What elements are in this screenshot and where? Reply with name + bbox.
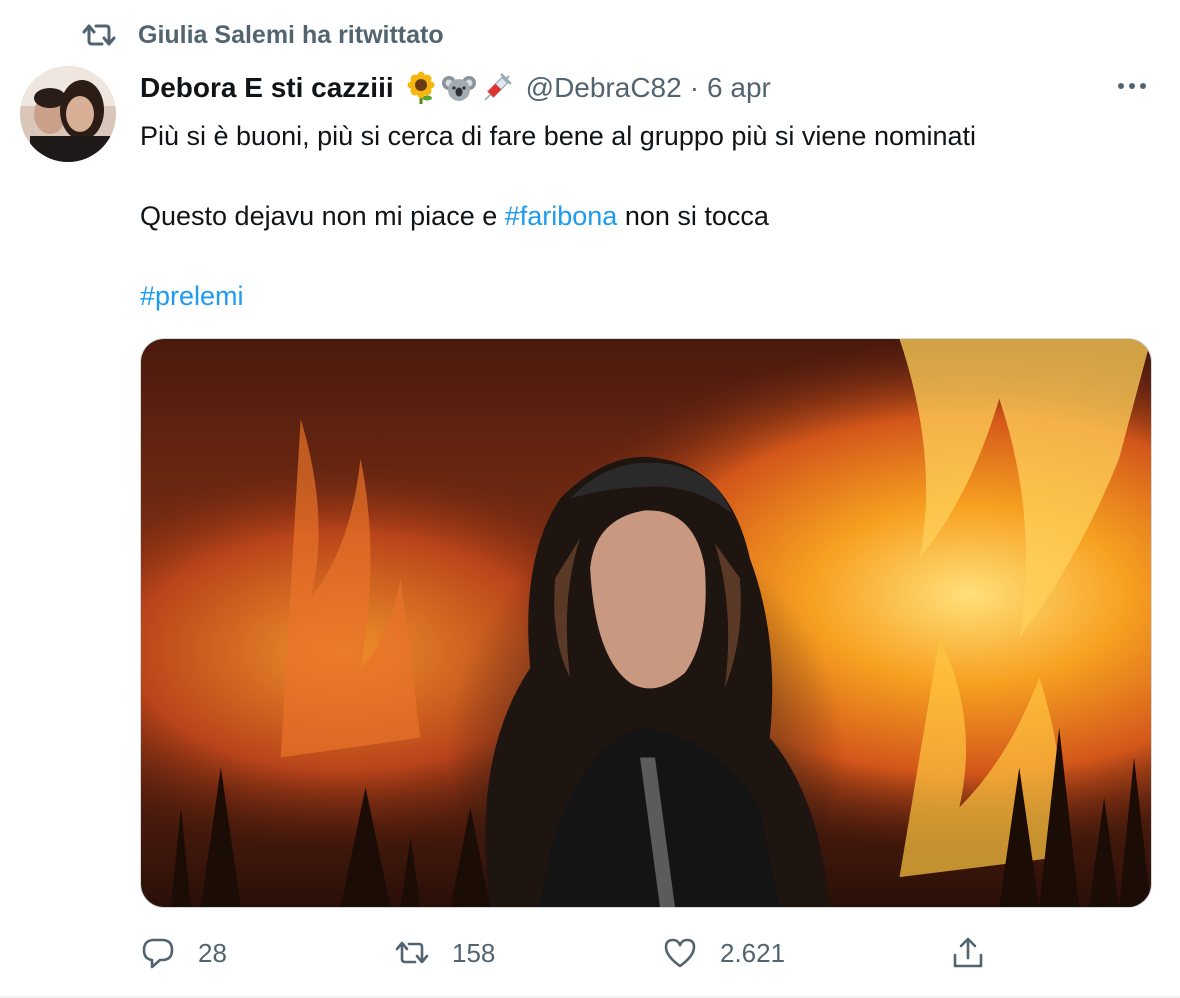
more-dot <box>1140 83 1146 89</box>
reply-icon <box>140 935 176 971</box>
author-emojis <box>404 71 514 105</box>
tweet-line-2: Questo dejavu non mi piace e #faribona n… <box>140 196 976 236</box>
author-display-name[interactable]: Debora E sti cazziii <box>140 72 394 104</box>
sunflower-icon <box>404 71 438 105</box>
hashtag-prelemi[interactable]: #prelemi <box>140 281 244 311</box>
photo-woman-fire <box>141 339 1151 907</box>
tweet-media[interactable] <box>140 338 1152 908</box>
tweet-actions: 28 158 2.621 <box>140 928 1152 978</box>
like-button[interactable]: 2.621 <box>662 928 785 978</box>
heart-icon <box>662 935 698 971</box>
tweet-line-2-after: non si tocca <box>617 201 769 231</box>
tweet-header: Debora E sti cazziii @DebraC82 · 6 apr <box>140 68 771 108</box>
separator-dot: · <box>689 72 700 103</box>
retweet-icon <box>82 21 116 49</box>
tweet-line-1: Più si è buoni, più si cerca di fare ben… <box>140 121 976 151</box>
reply-count: 28 <box>198 937 227 968</box>
tweet-date[interactable]: 6 apr <box>707 72 771 104</box>
koala-icon <box>441 71 476 105</box>
more-options-icon[interactable] <box>1112 72 1152 100</box>
retweet-icon <box>394 935 430 971</box>
retweet-button[interactable]: 158 <box>394 928 495 978</box>
more-dot <box>1118 83 1124 89</box>
retweet-context: Giulia Salemi ha ritwittato <box>82 18 444 52</box>
like-count: 2.621 <box>720 937 786 968</box>
tweet-text: Più si è buoni, più si cerca di fare ben… <box>140 116 976 316</box>
retweet-count: 158 <box>452 937 496 968</box>
retweet-context-label[interactable]: Giulia Salemi ha ritwittato <box>138 21 444 50</box>
share-button[interactable] <box>950 928 986 978</box>
reply-button[interactable]: 28 <box>140 928 227 978</box>
more-dot <box>1129 83 1135 89</box>
tweet-line-2-before: Questo dejavu non mi piace e <box>140 201 505 231</box>
share-icon <box>950 935 986 971</box>
avatar[interactable] <box>20 66 116 162</box>
hashtag-faribona[interactable]: #faribona <box>505 201 618 231</box>
tweet-line-3: #prelemi <box>140 276 976 316</box>
author-handle[interactable]: @DebraC82 <box>526 72 682 104</box>
syringe-icon <box>480 71 514 105</box>
